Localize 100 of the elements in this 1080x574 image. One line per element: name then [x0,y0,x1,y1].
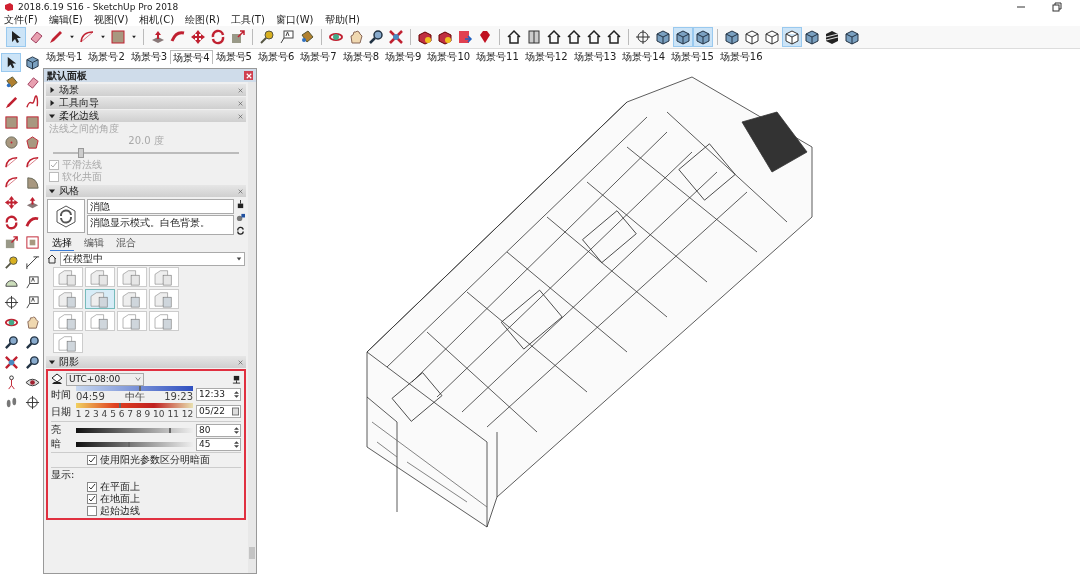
scene-tab[interactable]: 场景号14 [619,49,669,64]
shadow-toggle-icon[interactable] [51,373,63,385]
section-header[interactable]: 阴影 [46,356,246,368]
spinner-arrows-icon[interactable] [234,439,239,449]
scene-tab[interactable]: 场景号1 [43,49,86,64]
checkbox[interactable] [87,506,97,516]
refresh-icon[interactable] [236,226,245,235]
close-icon[interactable] [238,188,243,194]
style-thumbnail[interactable] [53,267,83,287]
scene-tab[interactable]: 场景号16 [716,49,766,64]
style-name-field[interactable]: 消隐 [87,199,234,214]
time-field[interactable]: 12:33 [196,388,241,401]
details-icon[interactable] [232,374,241,384]
toolbar-button[interactable] [6,27,26,47]
toolbar-button[interactable] [782,27,802,47]
section-header[interactable]: 场景 [46,84,246,96]
scene-tab[interactable]: 场景号13 [570,49,620,64]
date-label: 日期 [51,404,72,419]
style-description-field[interactable]: 消隐显示模式。白色背景。 [87,215,234,235]
wireframe-cube-icon [784,29,800,45]
close-icon[interactable] [238,359,243,365]
restore-icon[interactable] [1052,1,1062,12]
rectangle-icon [24,115,40,130]
timezone-dropdown[interactable]: UTC+08:00 [66,372,144,386]
style-thumbnail[interactable] [149,311,179,331]
close-button[interactable] [244,71,253,80]
scene-tab[interactable]: 场景号2 [85,49,128,64]
light-slider[interactable] [76,427,193,433]
style-thumbnail[interactable] [53,311,83,331]
scene-tab[interactable]: 场景号6 [254,49,298,64]
display-label: 显示: [51,469,76,481]
style-thumbnail[interactable] [149,267,179,287]
style-thumbnail[interactable] [85,267,115,287]
slider-thumb[interactable] [139,386,142,391]
section-header[interactable]: 工具向导 [46,97,246,109]
checkbox[interactable] [87,482,97,492]
toolbar-button[interactable] [673,27,693,47]
time-slider[interactable] [76,386,193,391]
toolbar-button[interactable] [693,27,713,47]
menu-item[interactable]: 帮助(H) [324,12,360,27]
close-icon[interactable] [238,87,243,93]
tool-button[interactable] [1,53,21,72]
style-tab[interactable]: 混合 [114,236,138,251]
house-icon[interactable] [47,254,57,264]
scene-tab[interactable]: 场景号7 [297,49,340,64]
scrollbar[interactable] [248,82,256,573]
scene-tab[interactable]: 场景号10 [424,49,474,64]
menu-item[interactable]: 编辑(E) [48,12,83,27]
house-icon [506,29,522,45]
scene-tab[interactable]: 场景号3 [127,49,171,64]
menu-item[interactable]: 相机(C) [139,12,175,27]
update-style-icon[interactable] [236,200,245,209]
style-thumbnail[interactable] [149,289,179,309]
checkbox-label: 在平面上 [100,481,140,493]
slider-thumb[interactable] [119,403,122,408]
add-style-icon[interactable] [236,213,245,222]
style-thumbnail[interactable] [117,267,147,287]
collection-dropdown[interactable]: 在模型中 [60,252,245,266]
style-thumbnail[interactable] [117,311,147,331]
spinner-arrows-icon[interactable] [234,425,239,435]
menu-item[interactable]: 窗口(W) [275,12,314,27]
close-icon[interactable] [238,100,243,106]
menu-item[interactable]: 工具(T) [230,12,265,27]
crosshair-icon [3,295,19,310]
style-tab[interactable]: 编辑 [82,236,106,251]
menu-item[interactable]: 视图(V) [93,12,129,27]
cube-cylinder-icon [89,312,111,330]
cube-icon [844,29,860,45]
style-thumbnail[interactable] [53,289,83,309]
calendar-icon[interactable] [232,407,239,416]
scene-tab[interactable]: 场景号15 [668,49,717,64]
close-icon [245,72,252,79]
scene-tab[interactable]: 场景号9 [382,49,425,64]
section-header[interactable]: 风格 [46,185,246,197]
menu-item[interactable]: 绘图(R) [185,12,220,27]
style-thumbnail[interactable] [85,289,115,309]
cabinet-icon [526,29,542,45]
tick-label: 19:23 [164,391,193,403]
style-thumbnail[interactable] [117,289,147,309]
scene-tab[interactable]: 场景号8 [339,49,382,64]
style-thumbnail[interactable] [85,311,115,331]
scene-tab[interactable]: 场景号12 [521,49,571,64]
scene-tab[interactable]: 场景号11 [473,49,522,64]
menu-item[interactable]: 文件(F) [4,12,38,27]
extension-icon [457,29,473,45]
scene-tab[interactable]: 场景号5 [212,49,255,64]
style-thumbnail[interactable] [53,333,83,353]
date-slider[interactable] [76,403,193,408]
cube-icon [675,29,691,45]
checkbox[interactable] [87,494,97,504]
dark-slider[interactable] [76,441,193,447]
cube-cylinder-icon [57,312,79,330]
style-tab[interactable]: 选择 [50,236,74,251]
date-field[interactable]: 05/22 [196,405,241,418]
spinner-arrows-icon[interactable] [234,390,239,399]
checkbox[interactable] [87,455,97,465]
dark-field[interactable]: 45 [196,437,241,451]
slider-thumb[interactable] [168,427,171,433]
scene-tab[interactable]: 场景号4 [170,50,213,64]
light-field[interactable]: 80 [196,423,241,437]
